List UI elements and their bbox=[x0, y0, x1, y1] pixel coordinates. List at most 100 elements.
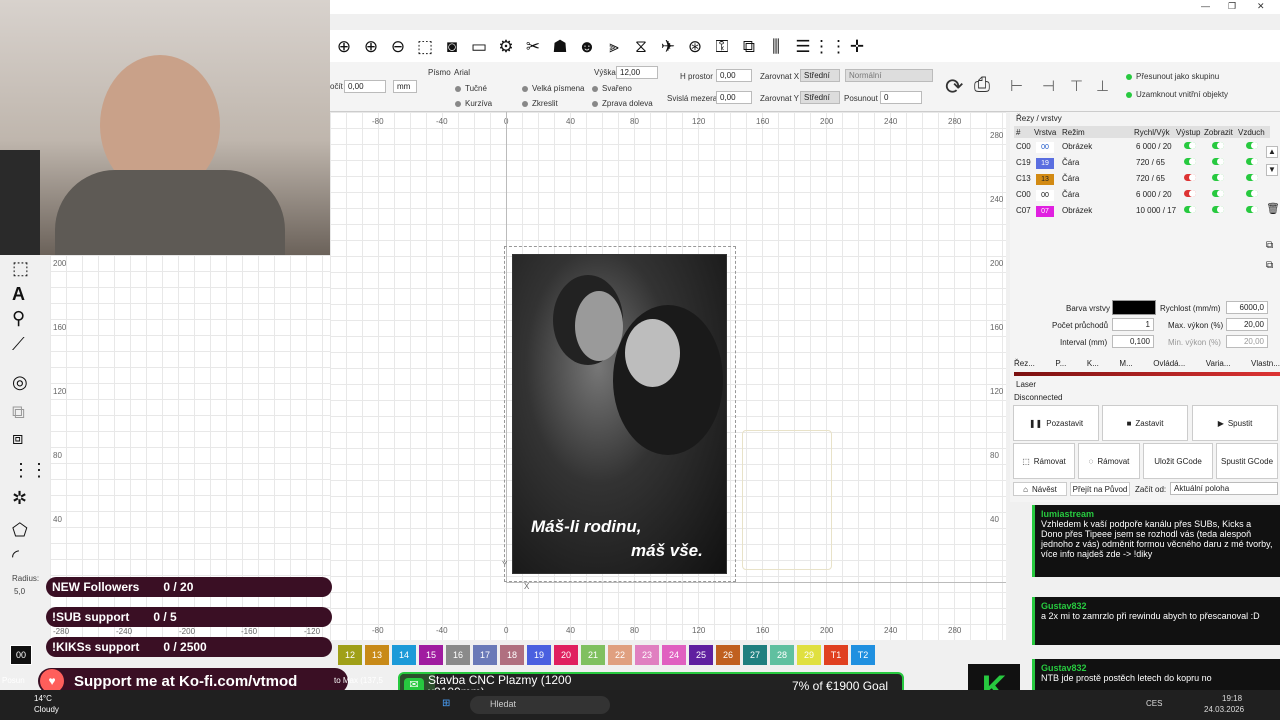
passes-input[interactable]: 1 bbox=[1112, 318, 1154, 331]
faint-design-outline[interactable] bbox=[742, 430, 832, 570]
layer-row[interactable]: C19 19 Čára 720 / 65 bbox=[1014, 156, 1270, 170]
move-group-toggle[interactable]: Přesunout jako skupinu bbox=[1126, 72, 1219, 81]
layer-color-chip[interactable]: 07 bbox=[1036, 206, 1054, 217]
layer-mode[interactable]: Čára bbox=[1062, 190, 1079, 199]
pocet-input[interactable]: 0,00 bbox=[344, 80, 386, 93]
tab-variables[interactable]: Varia... bbox=[1206, 359, 1231, 368]
layer-color-chip[interactable]: 00 bbox=[1036, 142, 1054, 153]
move-icon[interactable]: ✛ bbox=[845, 34, 869, 58]
tab-tool-icon[interactable]: ⬠ bbox=[12, 521, 28, 539]
home-button[interactable]: ⌂ Návěst bbox=[1013, 482, 1067, 496]
output-toggle[interactable] bbox=[1184, 158, 1196, 165]
color-swatch[interactable]: 18 bbox=[500, 645, 524, 665]
speed-input[interactable]: 6000,0 bbox=[1226, 301, 1268, 314]
weather-temp[interactable]: 14°C bbox=[34, 694, 52, 703]
rectangle-tool-icon[interactable]: ⬚ bbox=[12, 259, 29, 277]
air-toggle[interactable] bbox=[1246, 158, 1258, 165]
air-toggle[interactable] bbox=[1246, 142, 1258, 149]
align-bottom-icon[interactable]: ⊥ bbox=[1096, 77, 1109, 95]
welded-checkbox[interactable]: Svařeno bbox=[592, 84, 632, 93]
layer-mode[interactable]: Čára bbox=[1062, 174, 1079, 183]
tools-icon[interactable]: ✂ bbox=[521, 34, 545, 58]
output-toggle[interactable] bbox=[1184, 190, 1196, 197]
zoom-out-icon[interactable]: ⊖ bbox=[386, 34, 410, 58]
normal-select[interactable]: Normální bbox=[845, 69, 933, 82]
node-tool-icon[interactable]: ✲ bbox=[12, 489, 27, 507]
array-tool-icon[interactable]: ⋮⋮ bbox=[12, 461, 48, 479]
layer-mode[interactable]: Obrázek bbox=[1062, 142, 1092, 151]
color-swatch[interactable]: 17 bbox=[473, 645, 497, 665]
grid-icon[interactable]: ⋮⋮ bbox=[813, 34, 847, 58]
color-swatch[interactable]: 28 bbox=[770, 645, 794, 665]
gear-icon[interactable]: ⚙ bbox=[494, 34, 518, 58]
move-up-icon[interactable]: ▲ bbox=[1266, 146, 1278, 158]
align-x-select[interactable]: Střední bbox=[800, 69, 840, 82]
frame-button[interactable]: ⬚ Rámovat bbox=[1013, 443, 1075, 479]
output-toggle[interactable] bbox=[1184, 142, 1196, 149]
send-icon[interactable]: ✈ bbox=[656, 34, 680, 58]
align-icon[interactable]: ⫸ bbox=[602, 34, 626, 58]
monitor-icon[interactable]: ▭ bbox=[467, 34, 491, 58]
max-power-input[interactable]: 20,00 bbox=[1226, 318, 1268, 331]
layer-color-chip[interactable]: 00 bbox=[1036, 190, 1054, 201]
start-icon[interactable]: ⊞ bbox=[442, 698, 450, 709]
distort-checkbox[interactable]: Zkreslit bbox=[522, 99, 558, 108]
tab-k[interactable]: K... bbox=[1087, 359, 1099, 368]
move-down-icon[interactable]: ▼ bbox=[1266, 164, 1278, 176]
clock-date[interactable]: 24.03.2026 bbox=[1204, 705, 1244, 714]
hprostor-input[interactable]: 0,00 bbox=[716, 69, 752, 82]
tab-cuts[interactable]: Řez... bbox=[1014, 359, 1035, 368]
radius-value[interactable]: 5,0 bbox=[14, 587, 25, 596]
layer-mode[interactable]: Čára bbox=[1062, 158, 1079, 167]
weather-text[interactable]: Cloudy bbox=[34, 705, 59, 714]
color-swatch[interactable]: 25 bbox=[689, 645, 713, 665]
group-icon[interactable]: ⧉ bbox=[737, 34, 761, 58]
color-swatch[interactable]: 22 bbox=[608, 645, 632, 665]
color-swatch[interactable]: 26 bbox=[716, 645, 740, 665]
rotate-icon[interactable]: ⟳ bbox=[945, 74, 963, 100]
align-left-icon[interactable]: ⊢ bbox=[1010, 77, 1023, 95]
search-box[interactable]: Hledat bbox=[470, 696, 610, 714]
paste-layer-icon[interactable]: ⧉ bbox=[1266, 260, 1273, 271]
user-icon[interactable]: ☻ bbox=[575, 34, 599, 58]
zoom-fit-icon[interactable]: ⊕ bbox=[332, 34, 356, 58]
air-toggle[interactable] bbox=[1246, 174, 1258, 181]
vyska-input[interactable]: 12,00 bbox=[616, 66, 658, 79]
color-swatch[interactable]: 29 bbox=[797, 645, 821, 665]
layer-row[interactable]: C00 00 Čára 6 000 / 20 bbox=[1014, 188, 1270, 202]
layer-row[interactable]: C13 13 Čára 720 / 65 bbox=[1014, 172, 1270, 186]
printer-icon[interactable]: ⎙ bbox=[974, 74, 990, 97]
engraving-image[interactable]: Máš-li rodinu, máš vše. bbox=[512, 254, 727, 574]
lock-icon[interactable]: ⚿ bbox=[710, 34, 734, 58]
pause-button[interactable]: ❚❚ Pozastavit bbox=[1013, 405, 1099, 441]
measure-tool-icon[interactable]: ⟋ bbox=[12, 335, 25, 353]
select-frame-icon[interactable]: ⬚ bbox=[413, 34, 437, 58]
run-gcode-button[interactable]: Spustit GCode bbox=[1216, 443, 1278, 479]
color-swatch[interactable]: T2 bbox=[851, 645, 875, 665]
min-power-input[interactable]: 20,00 bbox=[1226, 335, 1268, 348]
zoom-in-icon[interactable]: ⊕ bbox=[359, 34, 383, 58]
target-icon[interactable]: ⊛ bbox=[683, 34, 707, 58]
layer-color-chip[interactable]: 19 bbox=[1036, 158, 1054, 169]
unit-select[interactable]: mm bbox=[393, 80, 417, 93]
offset-tool-icon[interactable]: ◎ bbox=[12, 373, 28, 391]
tab-control[interactable]: Ovládá... bbox=[1153, 359, 1185, 368]
layer-mode[interactable]: Obrázek bbox=[1062, 206, 1092, 215]
show-toggle[interactable] bbox=[1212, 190, 1224, 197]
color-swatch[interactable]: 20 bbox=[554, 645, 578, 665]
color-swatch[interactable]: 27 bbox=[743, 645, 767, 665]
distribute-icon[interactable]: ⫼ bbox=[764, 34, 788, 58]
output-toggle[interactable] bbox=[1184, 206, 1196, 213]
go-origin-button[interactable]: Přejít na Původ bbox=[1070, 482, 1130, 496]
uppercase-checkbox[interactable]: Velká písmena bbox=[522, 84, 584, 93]
close-icon[interactable]: ✕ bbox=[1257, 1, 1265, 12]
start-from-select[interactable]: Aktuální poloha bbox=[1170, 482, 1278, 495]
corner-tool-icon[interactable]: ◜ bbox=[12, 547, 19, 565]
color-swatch[interactable]: 23 bbox=[635, 645, 659, 665]
save-gcode-button[interactable]: Uložit GCode bbox=[1143, 443, 1213, 479]
color-swatch[interactable]: T1 bbox=[824, 645, 848, 665]
lang-indicator[interactable]: CES bbox=[1146, 699, 1162, 708]
color-swatch[interactable]: 19 bbox=[527, 645, 551, 665]
mirror-icon[interactable]: ⧖ bbox=[629, 34, 653, 58]
rtl-checkbox[interactable]: Zprava doleva bbox=[592, 99, 653, 108]
